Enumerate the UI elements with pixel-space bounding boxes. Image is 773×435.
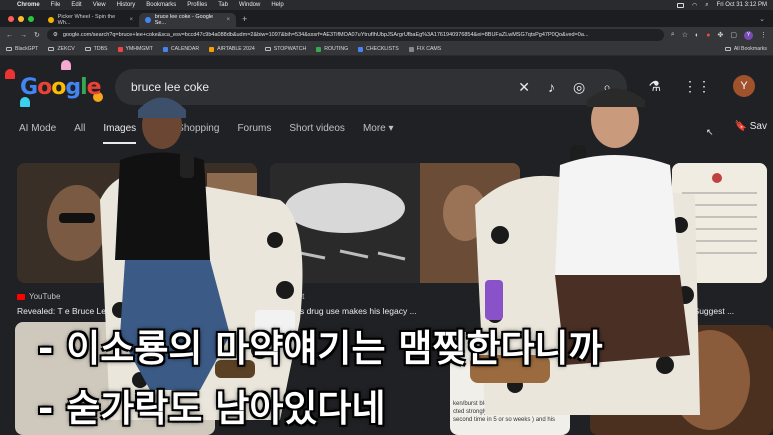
checklists-icon (358, 46, 364, 52)
subtitle-line-1: - 이소룡의 마약얘기는 맴찢한다니까 (38, 327, 603, 370)
tab-strip: Picker Wheel - Spin the Wh... × bruce le… (0, 10, 773, 27)
tab-label: bruce lee coke - Google Se... (154, 14, 214, 26)
clock-datetime[interactable]: Fri Oct 31 3:12 PM (717, 2, 767, 8)
calendar-icon (162, 46, 168, 52)
bookmarks-bar: BlackGPT ZEKCV TDBS YMHMGMT CALENDAR AIR… (0, 43, 773, 56)
menu-history[interactable]: History (117, 2, 136, 8)
folder-icon (724, 47, 731, 51)
forward-arrow-icon[interactable]: → (20, 32, 27, 39)
youtube-icon (17, 293, 25, 300)
address-bar[interactable]: ⚙ google.com/search?q=bruce+lee+coke&sca… (46, 29, 664, 41)
close-tab-icon[interactable]: × (226, 17, 230, 23)
menubar-app-name[interactable]: Chrome (17, 2, 40, 8)
tab-search-chevron-icon[interactable]: ⌄ (751, 15, 773, 27)
bookmark-item[interactable]: ROUTING (316, 46, 348, 52)
account-avatar[interactable]: Y (733, 75, 755, 97)
tab-picker-wheel[interactable]: Picker Wheel - Spin the Wh... × (42, 13, 139, 27)
minimize-window-button[interactable] (18, 16, 24, 22)
menu-view[interactable]: View (93, 2, 106, 8)
bookmark-item[interactable]: BlackGPT (6, 46, 38, 52)
screenshot: Chrome File Edit View History Bookmarks … (0, 0, 773, 435)
close-window-button[interactable] (8, 16, 14, 22)
puzzle-extensions-icon[interactable]: ✤ (718, 31, 724, 39)
fix-cams-icon (408, 46, 414, 52)
bookmark-item[interactable]: AIRTABLE 2024 (209, 46, 255, 52)
menu-profiles[interactable]: Profiles (187, 2, 207, 8)
tab-label: Picker Wheel - Spin the Wh... (57, 14, 116, 26)
profile-avatar[interactable]: Y (744, 30, 753, 40)
folder-icon (48, 47, 55, 51)
menu-bookmarks[interactable]: Bookmarks (146, 2, 176, 8)
zoom-icon[interactable]: ⌕ (671, 31, 675, 39)
result-source[interactable]: YouTube (17, 292, 60, 301)
menubar-status: ◠ ⌕ Fri Oct 31 3:12 PM (677, 2, 767, 9)
bookmark-item[interactable]: FIX CAMS (408, 46, 441, 52)
battery-icon[interactable] (677, 2, 685, 8)
tab-ai-mode[interactable]: AI Mode (19, 123, 56, 144)
browser-toolbar: ← → ↻ ⚙ google.com/search?q=bruce+lee+co… (0, 27, 773, 43)
tab-google-search[interactable]: bruce lee coke - Google Se... × (139, 13, 236, 27)
bookmark-item[interactable]: STOPWATCH (264, 46, 306, 52)
extension-red-icon[interactable]: ● (706, 32, 710, 39)
menu-help[interactable]: Help (271, 2, 283, 8)
picker-wheel-favicon-icon (48, 17, 54, 23)
routing-icon (316, 46, 322, 52)
window-controls (4, 16, 42, 27)
bookmark-star-icon[interactable]: ☆ (682, 31, 688, 39)
bookmark-item[interactable]: ZEKCV (48, 46, 75, 52)
tab-more[interactable]: More ▾ (363, 123, 394, 144)
folder-icon (84, 47, 91, 51)
saved-button[interactable]: 🔖 Sav (735, 121, 767, 132)
zoom-window-button[interactable] (28, 16, 34, 22)
ghost-doodle-icon (5, 69, 15, 79)
extension-icon[interactable]: ◐ (695, 32, 699, 39)
bookmark-item[interactable]: CHECKLISTS (358, 46, 399, 52)
url-text: google.com/search?q=bruce+lee+coke&sca_e… (62, 32, 589, 38)
mac-menubar: Chrome File Edit View History Bookmarks … (0, 0, 773, 10)
bookmark-item[interactable]: YMHMGMT (117, 46, 153, 52)
reload-icon[interactable]: ↻ (34, 31, 40, 39)
back-arrow-icon[interactable]: ← (6, 32, 13, 39)
site-info-icon[interactable]: ⚙ (53, 32, 58, 38)
airtable-icon (209, 46, 215, 52)
bookmark-item[interactable]: CALENDAR (162, 46, 199, 52)
menu-tab[interactable]: Tab (218, 2, 228, 8)
wifi-icon[interactable]: ◠ (692, 2, 697, 9)
mouse-cursor-icon: ↖ (706, 127, 714, 137)
menu-edit[interactable]: Edit (71, 2, 81, 8)
search-spotlight-icon[interactable]: ⌕ (705, 2, 708, 9)
new-tab-button[interactable]: + (236, 14, 253, 27)
menu-file[interactable]: File (51, 2, 61, 8)
bookmark-favicon-icon (117, 46, 123, 52)
kebab-menu-icon[interactable]: ⋮ (760, 31, 767, 39)
subtitle-line-2: - 숟가락도 남아있다네 (38, 387, 386, 430)
folder-icon (6, 47, 12, 51)
google-favicon-icon (145, 17, 151, 23)
menu-window[interactable]: Window (239, 2, 260, 8)
bookmark-item[interactable]: TDBS (84, 46, 108, 52)
folder-icon (264, 47, 271, 51)
close-tab-icon[interactable]: × (129, 17, 133, 23)
side-panel-icon[interactable]: ▢ (730, 31, 737, 39)
all-bookmarks[interactable]: All Bookmarks (724, 46, 767, 52)
ghost-doodle-icon (61, 60, 71, 70)
